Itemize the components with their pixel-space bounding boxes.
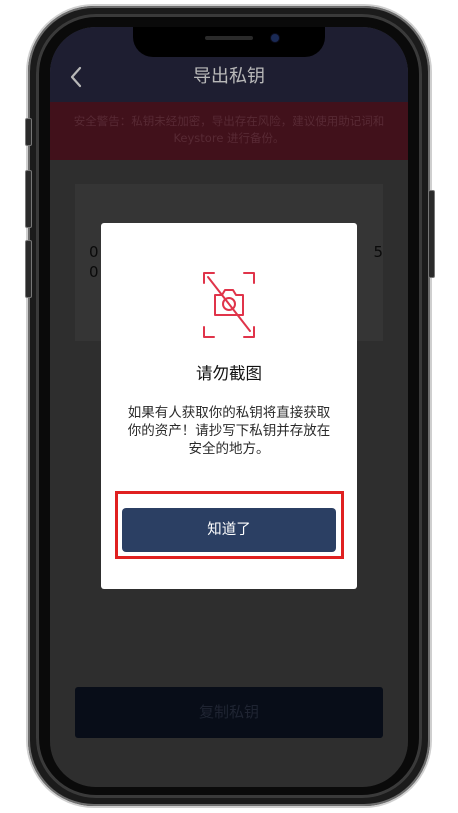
no-screenshot-icon	[203, 272, 255, 338]
speaker-grille	[205, 36, 253, 40]
power-button	[428, 190, 435, 278]
no-screenshot-dialog: 请勿截图 如果有人获取你的私钥将直接获取你的资产！请抄写下私钥并存放在安全的地方…	[101, 223, 357, 589]
device-stage: 导出私钥 安全警告：私钥未经加密，导出存在风险，建议使用助记词和 Keystor…	[0, 0, 458, 813]
front-camera	[271, 34, 279, 42]
phone-screen: 导出私钥 安全警告：私钥未经加密，导出存在风险，建议使用助记词和 Keystor…	[50, 27, 408, 787]
mute-switch	[25, 118, 32, 146]
dialog-description: 如果有人获取你的私钥将直接获取你的资产！请抄写下私钥并存放在安全的地方。	[127, 405, 331, 457]
volume-up-button	[25, 170, 32, 228]
acknowledge-button[interactable]: 知道了	[122, 508, 336, 552]
dialog-title: 请勿截图	[196, 364, 262, 383]
volume-down-button	[25, 240, 32, 298]
notch	[133, 27, 325, 57]
